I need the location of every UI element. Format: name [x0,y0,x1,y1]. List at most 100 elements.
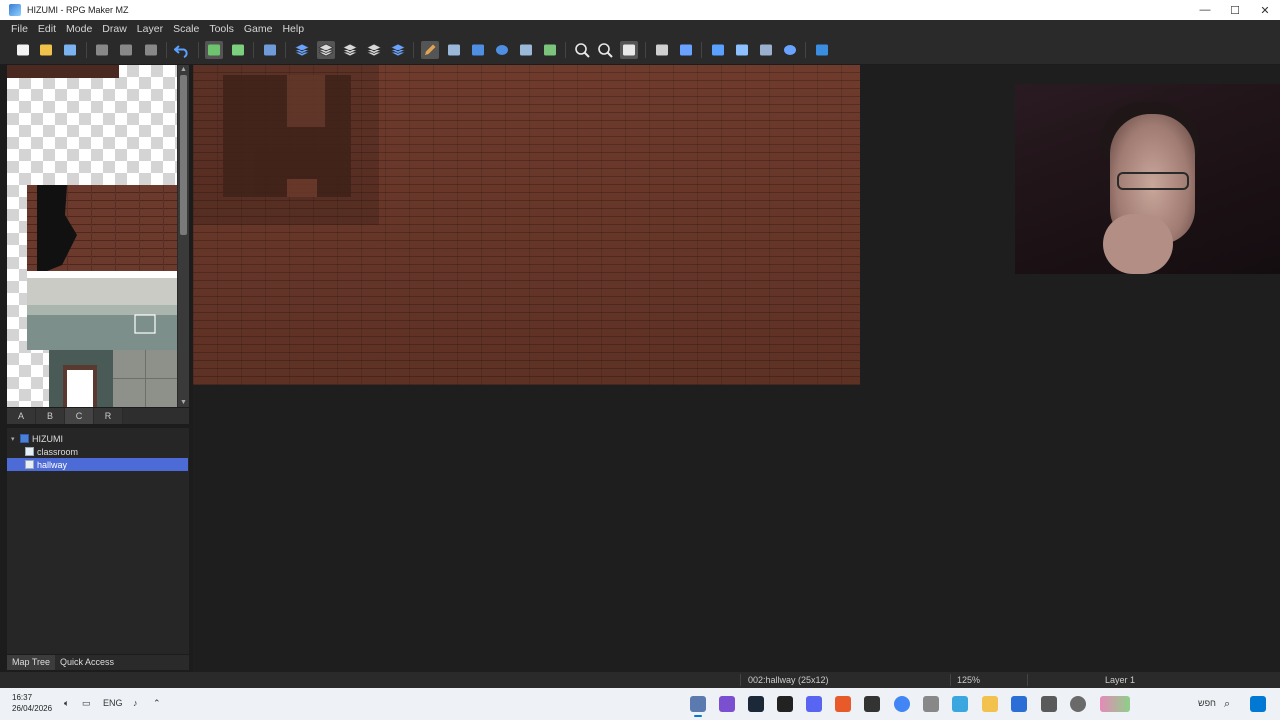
rectangle-icon [472,44,484,56]
map-mode-button[interactable] [205,41,223,59]
tree-map-classroom[interactable]: classroom [25,445,78,458]
layer-3-button[interactable] [341,41,359,59]
database-icon [656,44,668,56]
shadow-pen-button[interactable] [541,41,559,59]
undo-button[interactable] [173,41,191,59]
tileset-tab-c[interactable]: C [65,408,94,424]
menu-help[interactable]: Help [277,23,309,35]
tileset-palette[interactable] [7,65,177,407]
database-button[interactable] [653,41,671,59]
pencil-button[interactable] [421,41,439,59]
status-divider [740,674,741,686]
rpg-maker-taskbar-icon[interactable] [690,696,706,717]
plugin-manager-icon [680,44,692,56]
app-icon [9,4,21,16]
map-canvas[interactable] [193,65,860,385]
menu-bar: File Edit Mode Draw Layer Scale Tools Ga… [0,20,1280,37]
resource-manager-button[interactable] [757,41,775,59]
layer-4-button[interactable] [365,41,383,59]
discord-taskbar-icon[interactable] [806,696,822,712]
map-icon [25,447,34,456]
microphone-icon[interactable]: ♪ [133,698,138,708]
rectangle-button[interactable] [469,41,487,59]
zoom-in-button[interactable] [573,41,591,59]
damage-notch [287,75,325,127]
copy-button[interactable] [117,41,135,59]
character-generator-button[interactable] [781,41,799,59]
live-taskbar-icon[interactable] [777,696,793,712]
search-label[interactable]: חפש [1198,698,1216,708]
tileset-scrollbar[interactable]: ▲ ▼ [178,65,189,407]
tileset-tab-r[interactable]: R [94,408,123,424]
twitch-taskbar-icon[interactable] [719,696,735,712]
cut-button[interactable] [93,41,111,59]
tree-project[interactable]: ▾ HIZUMI [11,432,63,445]
save-project-button[interactable] [61,41,79,59]
tileset-tab-a[interactable]: A [7,408,36,424]
search-icon[interactable]: ⌕ [1224,698,1230,711]
menu-layer[interactable]: Layer [132,23,168,35]
menu-scale[interactable]: Scale [168,23,204,35]
settings-taskbar-icon[interactable] [1070,696,1086,712]
menu-draw[interactable]: Draw [97,23,132,35]
tree-map-hallway[interactable]: hallway [7,458,188,471]
tray-chevron-icon[interactable]: ⌃ [153,698,161,709]
menu-edit[interactable]: Edit [33,23,61,35]
file-explorer-taskbar-icon[interactable] [982,696,998,712]
sound-test-button[interactable] [709,41,727,59]
flood-fill-button[interactable] [517,41,535,59]
flood-fill-icon [520,44,532,56]
maximize-button[interactable]: ☐ [1220,0,1250,20]
menu-tools[interactable]: Tools [204,23,239,35]
collapse-icon[interactable]: ▾ [11,435,18,443]
zoom-out-button[interactable] [596,41,614,59]
status-divider [1027,674,1028,686]
event-searcher-button[interactable] [733,41,751,59]
app-taskbar-icon[interactable] [835,696,851,712]
menu-file[interactable]: File [6,23,33,35]
map-mode-icon [208,44,220,56]
layer-1-button[interactable] [293,41,311,59]
menu-mode[interactable]: Mode [61,23,97,35]
status-map: 002:hallway (25x12) [748,675,829,685]
chrome-taskbar-icon[interactable] [894,696,910,712]
start-icon[interactable] [1250,696,1266,712]
paste-button[interactable] [142,41,160,59]
new-project-button[interactable] [14,41,32,59]
plugin-manager-button[interactable] [677,41,695,59]
store-taskbar-icon[interactable] [1011,696,1027,712]
minimize-button[interactable]: — [1190,0,1220,20]
layer-2-button[interactable] [317,41,335,59]
ellipse-button[interactable] [493,41,511,59]
event-mode-button[interactable] [261,41,279,59]
calculator-taskbar-icon[interactable] [1041,696,1057,712]
taskbar-clock[interactable]: 16:37 26/04/2026 [12,692,52,714]
eraser-button[interactable] [445,41,463,59]
tab-quick-access[interactable]: Quick Access [55,655,119,670]
scrollbar-thumb[interactable] [180,75,187,235]
toolbar-separator [701,42,702,58]
obs-taskbar-icon[interactable] [864,696,880,712]
playtest-button[interactable] [813,41,831,59]
clock-time: 16:37 [12,693,33,702]
zoom-out-icon [598,43,613,58]
close-button[interactable]: ✕ [1250,0,1280,20]
photos-taskbar-icon[interactable] [952,696,968,712]
auto-layer-button[interactable] [389,41,407,59]
wall-damage-tiles [223,75,351,197]
actual-size-button[interactable] [620,41,638,59]
volume-icon[interactable]: 🔈︎ [64,698,69,709]
menu-game[interactable]: Game [239,23,278,35]
map-tree: ▾ HIZUMI classroom hallway [7,428,189,654]
network-icon[interactable]: ▭ [82,698,91,709]
steam-taskbar-icon[interactable] [748,696,764,712]
language-indicator[interactable]: ENG [103,698,123,708]
region-mode-button[interactable] [229,41,247,59]
camera-taskbar-icon[interactable] [923,696,939,712]
open-project-button[interactable] [37,41,55,59]
tileset-tab-b[interactable]: B [36,408,65,424]
tab-map-tree[interactable]: Map Tree [7,655,56,670]
scroll-up-icon[interactable]: ▲ [178,65,189,74]
scroll-down-icon[interactable]: ▼ [178,398,189,407]
widget-taskbar-icon[interactable] [1100,696,1130,712]
